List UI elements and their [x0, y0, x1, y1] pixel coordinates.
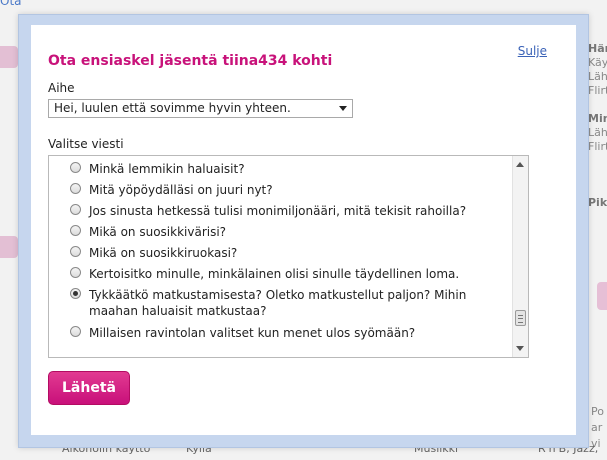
- radio-button[interactable]: [70, 225, 81, 236]
- option-label: Mikä on suosikkivärisi?: [89, 225, 227, 239]
- message-option-selected[interactable]: Tykkäätkö matkustamisesta? Oletko matkus…: [70, 287, 508, 319]
- background-pink-tab: [0, 46, 18, 68]
- background-pink-tab: [0, 236, 18, 258]
- subject-select[interactable]: Hei, luulen että sovimme hyvin yhteen.: [48, 99, 353, 118]
- radio-button[interactable]: [70, 162, 81, 173]
- message-option[interactable]: Millaisen ravintolan valitset kun menet …: [70, 325, 508, 341]
- option-label: Tykkäätkö matkustamisesta? Oletko matkus…: [89, 288, 467, 318]
- message-option[interactable]: Minkä lemmikin haluaisit?: [70, 161, 508, 177]
- subject-selected-value: Hei, luulen että sovimme hyvin yhteen.: [54, 101, 291, 115]
- dialog-title: Ota ensiaskel jäsentä tiina434 kohti: [48, 53, 333, 69]
- background-link: Ota: [0, 0, 22, 8]
- send-button[interactable]: Lähetä: [48, 371, 130, 405]
- background-pink-tab: [597, 282, 607, 310]
- message-option[interactable]: Mikä on suosikkiruokasi?: [70, 245, 508, 261]
- message-option[interactable]: Mitä yöpöydälläsi on juuri nyt?: [70, 182, 508, 198]
- radio-button[interactable]: [70, 183, 81, 194]
- subject-label: Aihe: [48, 81, 75, 95]
- list-scrollbar[interactable]: [512, 156, 528, 357]
- message-option[interactable]: Jos sinusta hetkessä tulisi monimiljonää…: [70, 203, 508, 219]
- option-label: Millaisen ravintolan valitset kun menet …: [89, 326, 416, 340]
- option-label: Minkä lemmikin haluaisit?: [89, 162, 245, 176]
- radio-button[interactable]: [70, 246, 81, 257]
- radio-button[interactable]: [70, 326, 81, 337]
- message-dialog: Ota ensiaskel jäsentä tiina434 kohti Sul…: [31, 25, 576, 435]
- option-label: Kertoisitko minulle, minkälainen olisi s…: [89, 267, 460, 281]
- dropdown-arrow-icon: [339, 106, 347, 111]
- scroll-up-arrow-icon[interactable]: [516, 162, 524, 167]
- scroll-down-arrow-icon[interactable]: [516, 346, 524, 351]
- scrollbar-thumb[interactable]: [515, 310, 526, 326]
- radio-button-checked[interactable]: [70, 288, 81, 299]
- radio-button[interactable]: [70, 204, 81, 215]
- option-label: Mikä on suosikkiruokasi?: [89, 246, 238, 260]
- message-options-list[interactable]: Minkä lemmikin haluaisit? Mitä yöpöydäll…: [48, 155, 529, 358]
- background-label: Pik: [588, 196, 607, 209]
- close-link[interactable]: Sulje: [518, 44, 547, 58]
- background-right-column: Här Käy Läh Flirt Min Läh Flirt: [588, 42, 607, 153]
- option-label: Mitä yöpöydälläsi on juuri nyt?: [89, 183, 273, 197]
- option-label: Jos sinusta hetkessä tulisi monimiljonää…: [89, 204, 467, 218]
- message-label: Valitse viesti: [48, 137, 124, 151]
- radio-button[interactable]: [70, 267, 81, 278]
- message-option[interactable]: Mikä on suosikkivärisi?: [70, 224, 508, 240]
- message-option[interactable]: Kertoisitko minulle, minkälainen olisi s…: [70, 266, 508, 282]
- dialog-frame: Ota ensiaskel jäsentä tiina434 kohti Sul…: [18, 14, 589, 448]
